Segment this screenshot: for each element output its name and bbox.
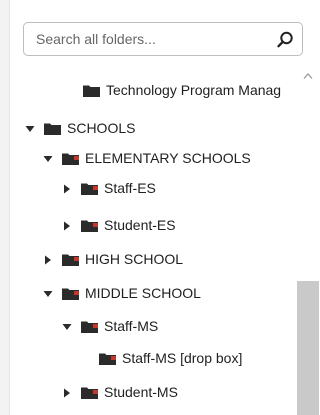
tree-item-elementary-schools[interactable]: ELEMENTARY SCHOOLS [42, 146, 251, 170]
folder-tree: Technology Program Manag SCHOOLS ELEMENT… [0, 0, 300, 415]
folder-shared-icon [81, 219, 98, 232]
tree-item-high-school[interactable]: HIGH SCHOOL [42, 247, 183, 271]
folder-shared-icon [81, 182, 98, 195]
tree-item-student-es[interactable]: Student-ES [61, 213, 176, 237]
tree-item-staff-es[interactable]: Staff-ES [61, 176, 156, 200]
folder-shared-icon [62, 152, 79, 165]
scroll-up-icon[interactable] [303, 67, 313, 79]
tree-item-staff-ms-drop-box[interactable]: Staff-MS [drop box] [99, 346, 242, 370]
caret-down-icon[interactable] [42, 287, 54, 299]
tree-item-label: SCHOOLS [67, 120, 136, 136]
tree-item-technology-program[interactable]: Technology Program Manag [83, 78, 281, 102]
caret-right-icon[interactable] [61, 386, 73, 398]
tree-item-middle-school[interactable]: MIDDLE SCHOOL [42, 281, 201, 305]
tree-item-schools[interactable]: SCHOOLS [24, 116, 135, 140]
folder-icon [44, 122, 61, 135]
folder-shared-icon [62, 253, 79, 266]
tree-item-student-ms[interactable]: Student-MS [61, 380, 178, 404]
tree-item-label: Staff-MS [drop box] [122, 350, 243, 366]
folder-shared-icon [99, 352, 116, 365]
folder-shared-icon [81, 320, 98, 333]
tree-item-staff-ms[interactable]: Staff-MS [61, 314, 158, 338]
tree-item-label: Student-ES [104, 217, 176, 233]
caret-down-icon[interactable] [42, 152, 54, 164]
folder-shared-icon [62, 287, 79, 300]
tree-item-label: MIDDLE SCHOOL [85, 285, 201, 301]
caret-right-icon[interactable] [42, 253, 54, 265]
folder-icon [83, 84, 100, 97]
scrollbar-thumb[interactable] [297, 281, 319, 415]
caret-down-icon[interactable] [61, 320, 73, 332]
caret-right-icon[interactable] [61, 182, 73, 194]
tree-item-label: Student-MS [104, 384, 178, 400]
tree-item-label: Staff-ES [104, 180, 156, 196]
tree-item-label: Staff-MS [104, 318, 159, 334]
caret-right-icon[interactable] [61, 219, 73, 231]
caret-down-icon[interactable] [24, 122, 36, 134]
folder-shared-icon [81, 386, 98, 399]
tree-item-label: Technology Program Manag [106, 82, 282, 98]
tree-item-label: HIGH SCHOOL [85, 251, 184, 267]
tree-item-label: ELEMENTARY SCHOOLS [85, 150, 251, 166]
